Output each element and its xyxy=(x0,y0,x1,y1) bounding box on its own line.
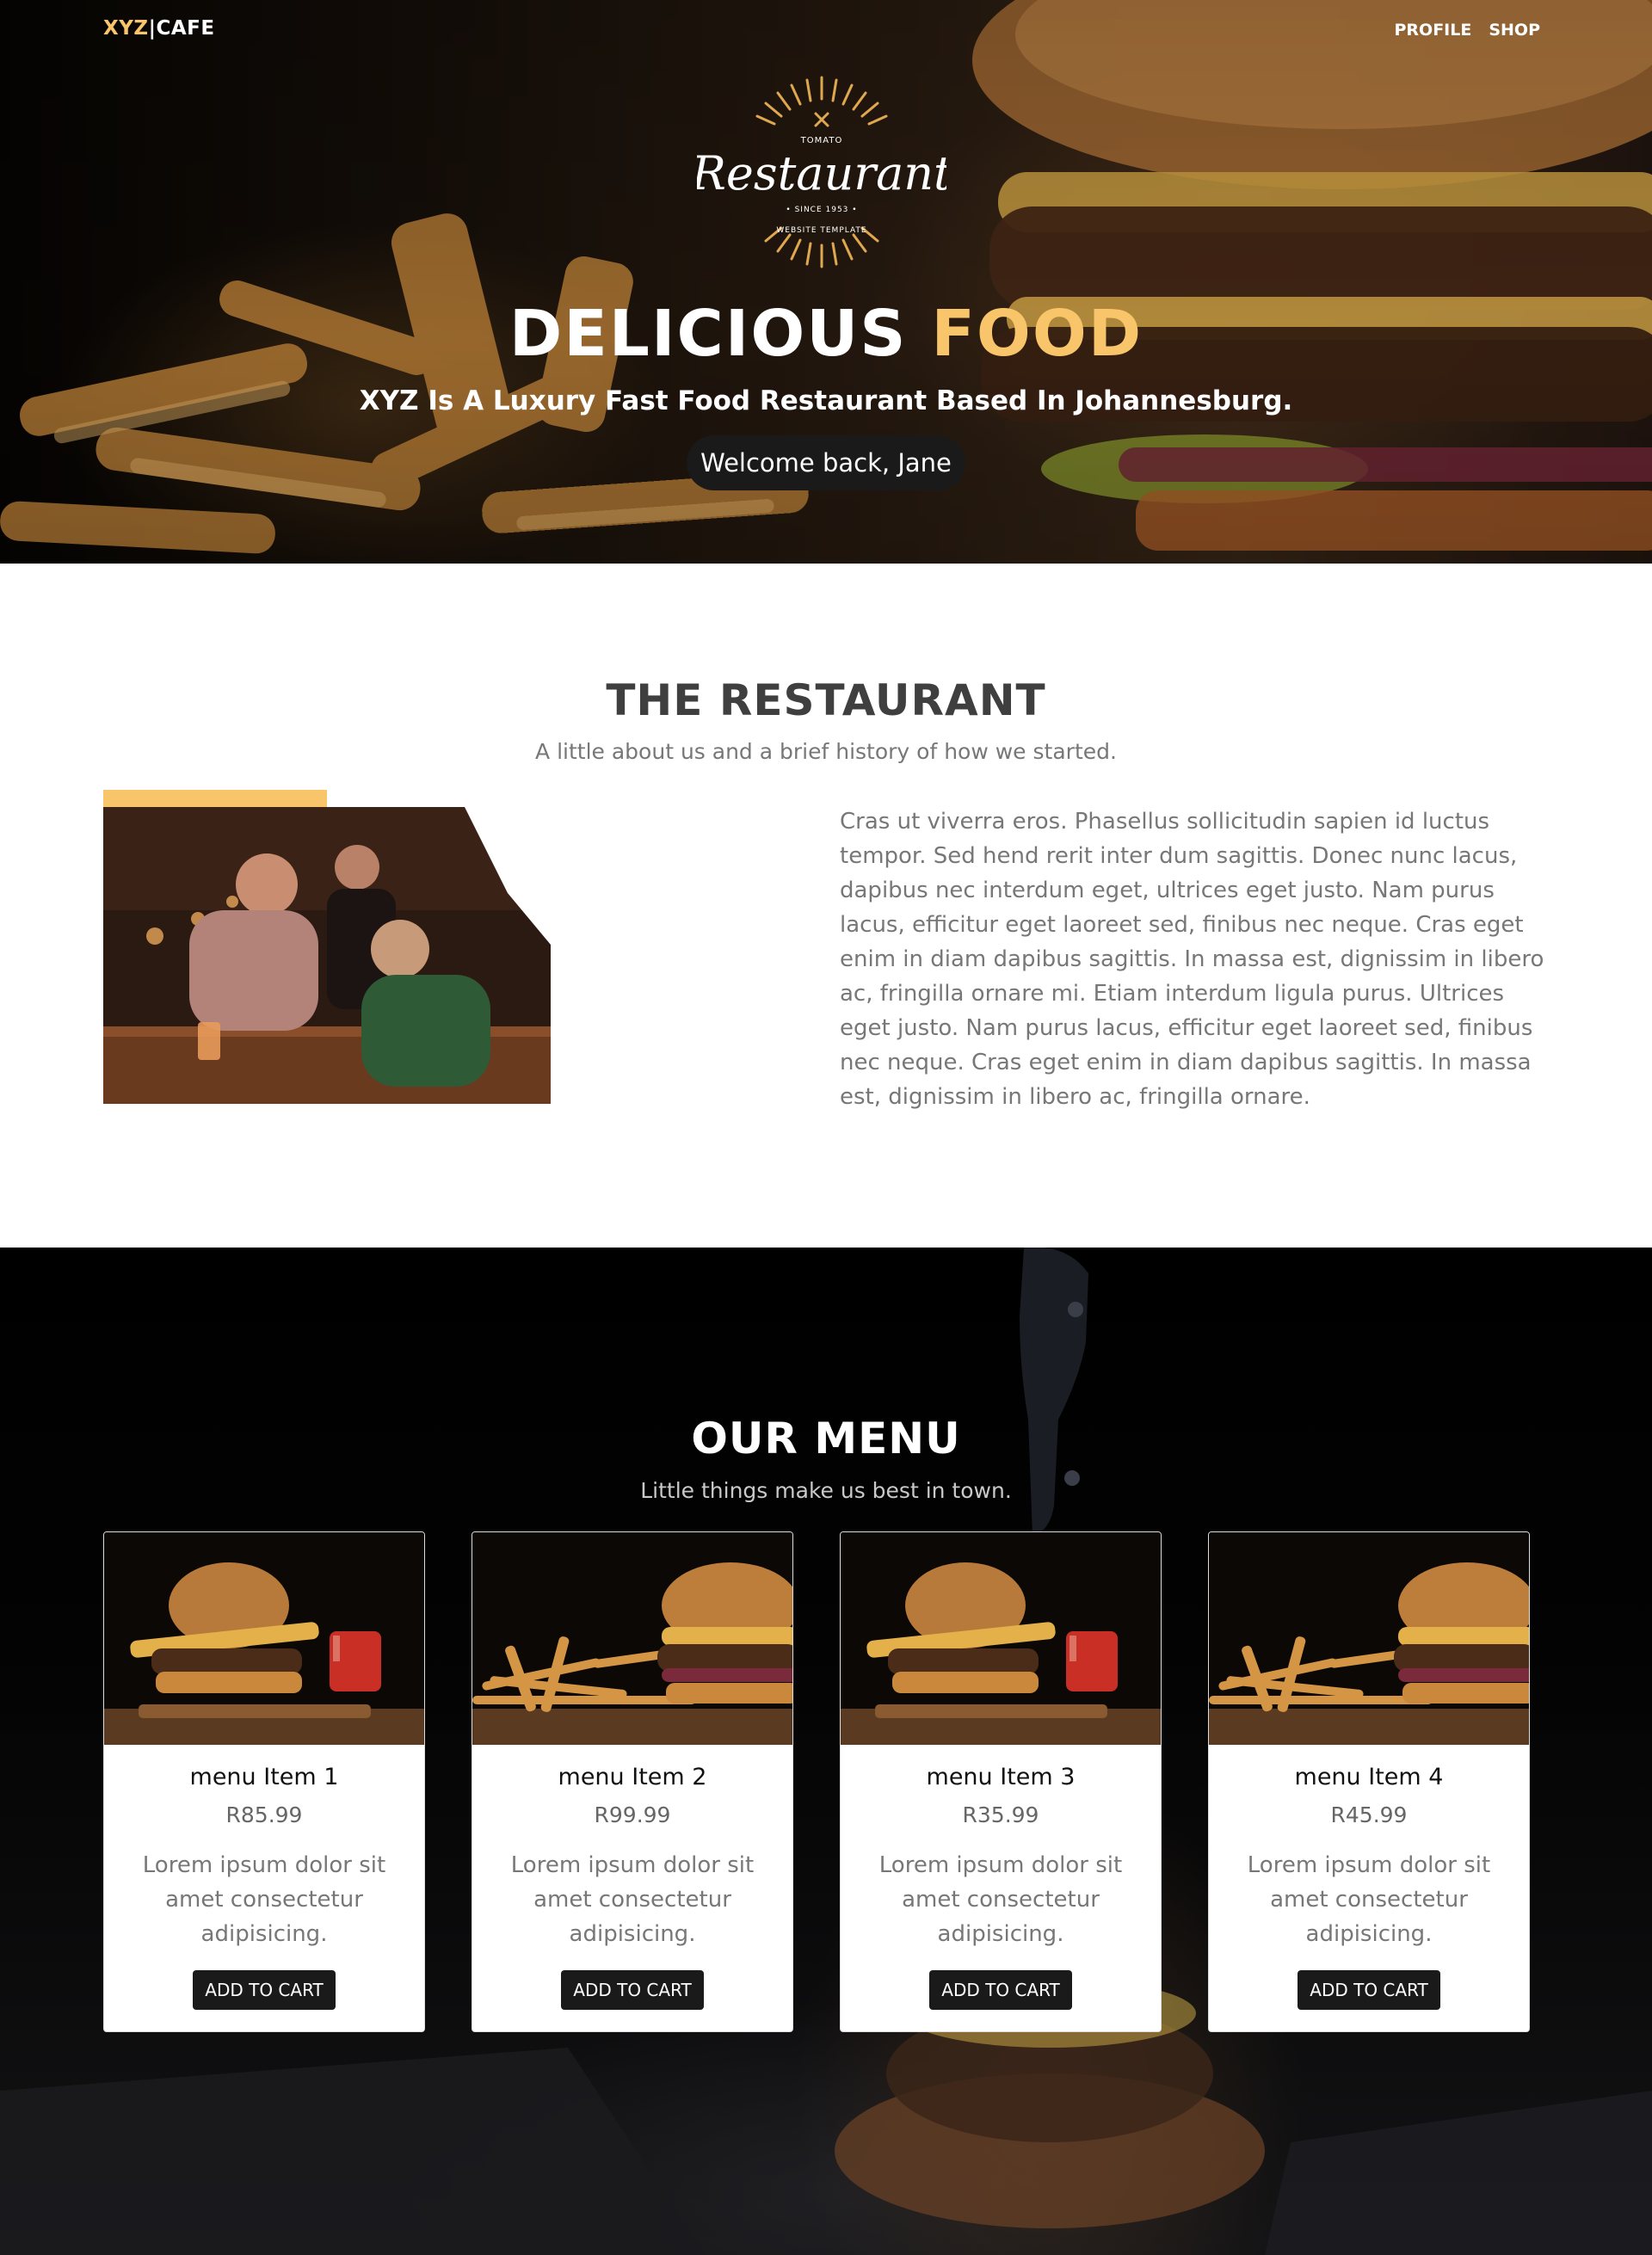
brand-logo[interactable]: XYZ|CAFE xyxy=(103,17,215,40)
menu-subtitle: Little things make us best in town. xyxy=(640,1478,1012,1503)
top-nav: PROFILE SHOP xyxy=(1394,21,1540,40)
menu-item-name: menu Item 3 xyxy=(926,1764,1076,1790)
menu-card: menu Item 4 R45.99 Lorem ipsum dolor sit… xyxy=(1208,1531,1530,2032)
hero-title-gold: FOOD xyxy=(931,297,1143,371)
about-title: THE RESTAURANT xyxy=(606,675,1046,725)
menu-item-image xyxy=(1209,1532,1529,1745)
add-to-cart-button[interactable]: ADD TO CART xyxy=(193,1970,336,2010)
nav-profile-link[interactable]: PROFILE xyxy=(1394,21,1471,40)
menu-section: OUR MENU Little things make us best in t… xyxy=(0,1248,1652,2255)
add-to-cart-button[interactable]: ADD TO CART xyxy=(929,1970,1072,2010)
restaurant-staff-photo xyxy=(103,807,551,1104)
hero-title-white: DELICIOUS xyxy=(509,297,932,371)
menu-item-description: Lorem ipsum dolor sit amet consectetur a… xyxy=(510,1852,755,1947)
menu-title: OUR MENU xyxy=(691,1414,961,1463)
menu-item-image xyxy=(104,1532,424,1745)
menu-item-description: Lorem ipsum dolor sit amet consectetur a… xyxy=(142,1852,386,1947)
hero-subtitle: XYZ Is A Luxury Fast Food Restaurant Bas… xyxy=(359,385,1293,416)
welcome-badge: Welcome back, Jane xyxy=(687,435,965,490)
menu-card: menu Item 3 R35.99 Lorem ipsum dolor sit… xyxy=(840,1531,1162,2032)
menu-item-name: menu Item 1 xyxy=(189,1764,339,1790)
menu-item-image xyxy=(841,1532,1161,1745)
hero-title: DELICIOUS FOOD xyxy=(0,297,1652,371)
hero-section: XYZ|CAFE PROFILE SHOP TOMATO Restaurant … xyxy=(0,0,1652,564)
menu-item-price: R99.99 xyxy=(594,1802,671,1827)
restaurant-emblem-logo: TOMATO Restaurant • SINCE 1953 • WEBSITE… xyxy=(697,76,946,268)
menu-item-name: menu Item 2 xyxy=(558,1764,707,1790)
menu-item-price: R85.99 xyxy=(225,1802,303,1827)
brand-logo-rest: |CAFE xyxy=(148,17,215,40)
nav-shop-link[interactable]: SHOP xyxy=(1489,21,1540,40)
menu-card: menu Item 2 R99.99 Lorem ipsum dolor sit… xyxy=(472,1531,793,2032)
menu-item-image xyxy=(472,1532,792,1745)
menu-item-description: Lorem ipsum dolor sit amet consectetur a… xyxy=(1247,1852,1491,1947)
about-body-text: Cras ut viverra eros. Phasellus sollicit… xyxy=(840,809,1544,1110)
emblem-bottom-text: WEBSITE TEMPLATE xyxy=(776,226,866,235)
menu-item-name: menu Item 4 xyxy=(1294,1764,1444,1790)
add-to-cart-button[interactable]: ADD TO CART xyxy=(1298,1970,1440,2010)
menu-item-price: R35.99 xyxy=(962,1802,1039,1827)
emblem-script-text: Restaurant xyxy=(697,146,946,200)
about-subtitle: A little about us and a brief history of… xyxy=(535,739,1117,764)
menu-item-description: Lorem ipsum dolor sit amet consectetur a… xyxy=(878,1852,1123,1947)
add-to-cart-button[interactable]: ADD TO CART xyxy=(561,1970,704,2010)
menu-card: menu Item 1 R85.99 Lorem ipsum dolor sit… xyxy=(103,1531,425,2032)
about-accent-bar xyxy=(103,790,327,807)
emblem-top-text: TOMATO xyxy=(800,136,843,145)
about-section: THE RESTAURANT A little about us and a b… xyxy=(0,564,1652,1248)
emblem-since-text: • SINCE 1953 • xyxy=(786,206,857,214)
menu-item-price: R45.99 xyxy=(1330,1802,1408,1827)
brand-logo-accent: XYZ xyxy=(103,17,149,40)
